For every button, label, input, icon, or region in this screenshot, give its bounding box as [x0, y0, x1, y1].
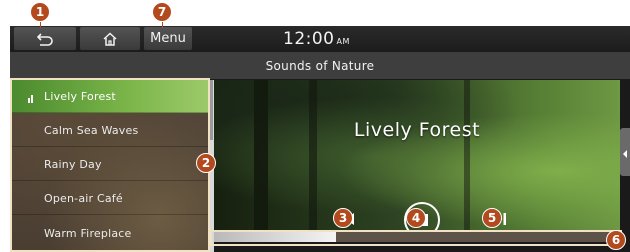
callout-badge-2: 2 [196, 153, 216, 173]
menu-button[interactable]: Menu [144, 27, 192, 50]
callout-leader-1 [40, 22, 41, 28]
status-bar: Menu 12:00 AM [10, 26, 630, 52]
side-panel-handle[interactable] [620, 128, 630, 176]
background-tree-trunk [309, 80, 317, 232]
clock-ampm: AM [336, 37, 350, 46]
callout-badge-1: 1 [30, 2, 50, 22]
progress-highlight [210, 230, 622, 246]
back-button[interactable] [14, 27, 76, 50]
home-button[interactable] [80, 27, 140, 50]
callout-badge-7: 7 [152, 2, 172, 22]
background-tree-trunk [464, 80, 470, 232]
page-title: Sounds of Nature [265, 58, 375, 73]
now-playing-title: Lively Forest [353, 119, 481, 141]
playlist-highlight [10, 78, 210, 252]
background-tree-trunk [254, 80, 268, 232]
callout-badge-3: 3 [333, 208, 353, 228]
back-arrow-icon [37, 32, 53, 46]
callout-badge-6: 6 [606, 230, 626, 250]
chevron-left-icon [622, 143, 628, 162]
callout-badge-5: 5 [482, 208, 502, 228]
clock-time: 12:00 [283, 29, 335, 49]
page-title-bar: Sounds of Nature [10, 52, 630, 79]
home-icon [102, 31, 118, 46]
callout-badge-4: 4 [406, 208, 426, 228]
callout-leader-7 [162, 22, 163, 28]
menu-label: Menu [150, 31, 186, 46]
clock: 12:00 AM [283, 29, 350, 49]
